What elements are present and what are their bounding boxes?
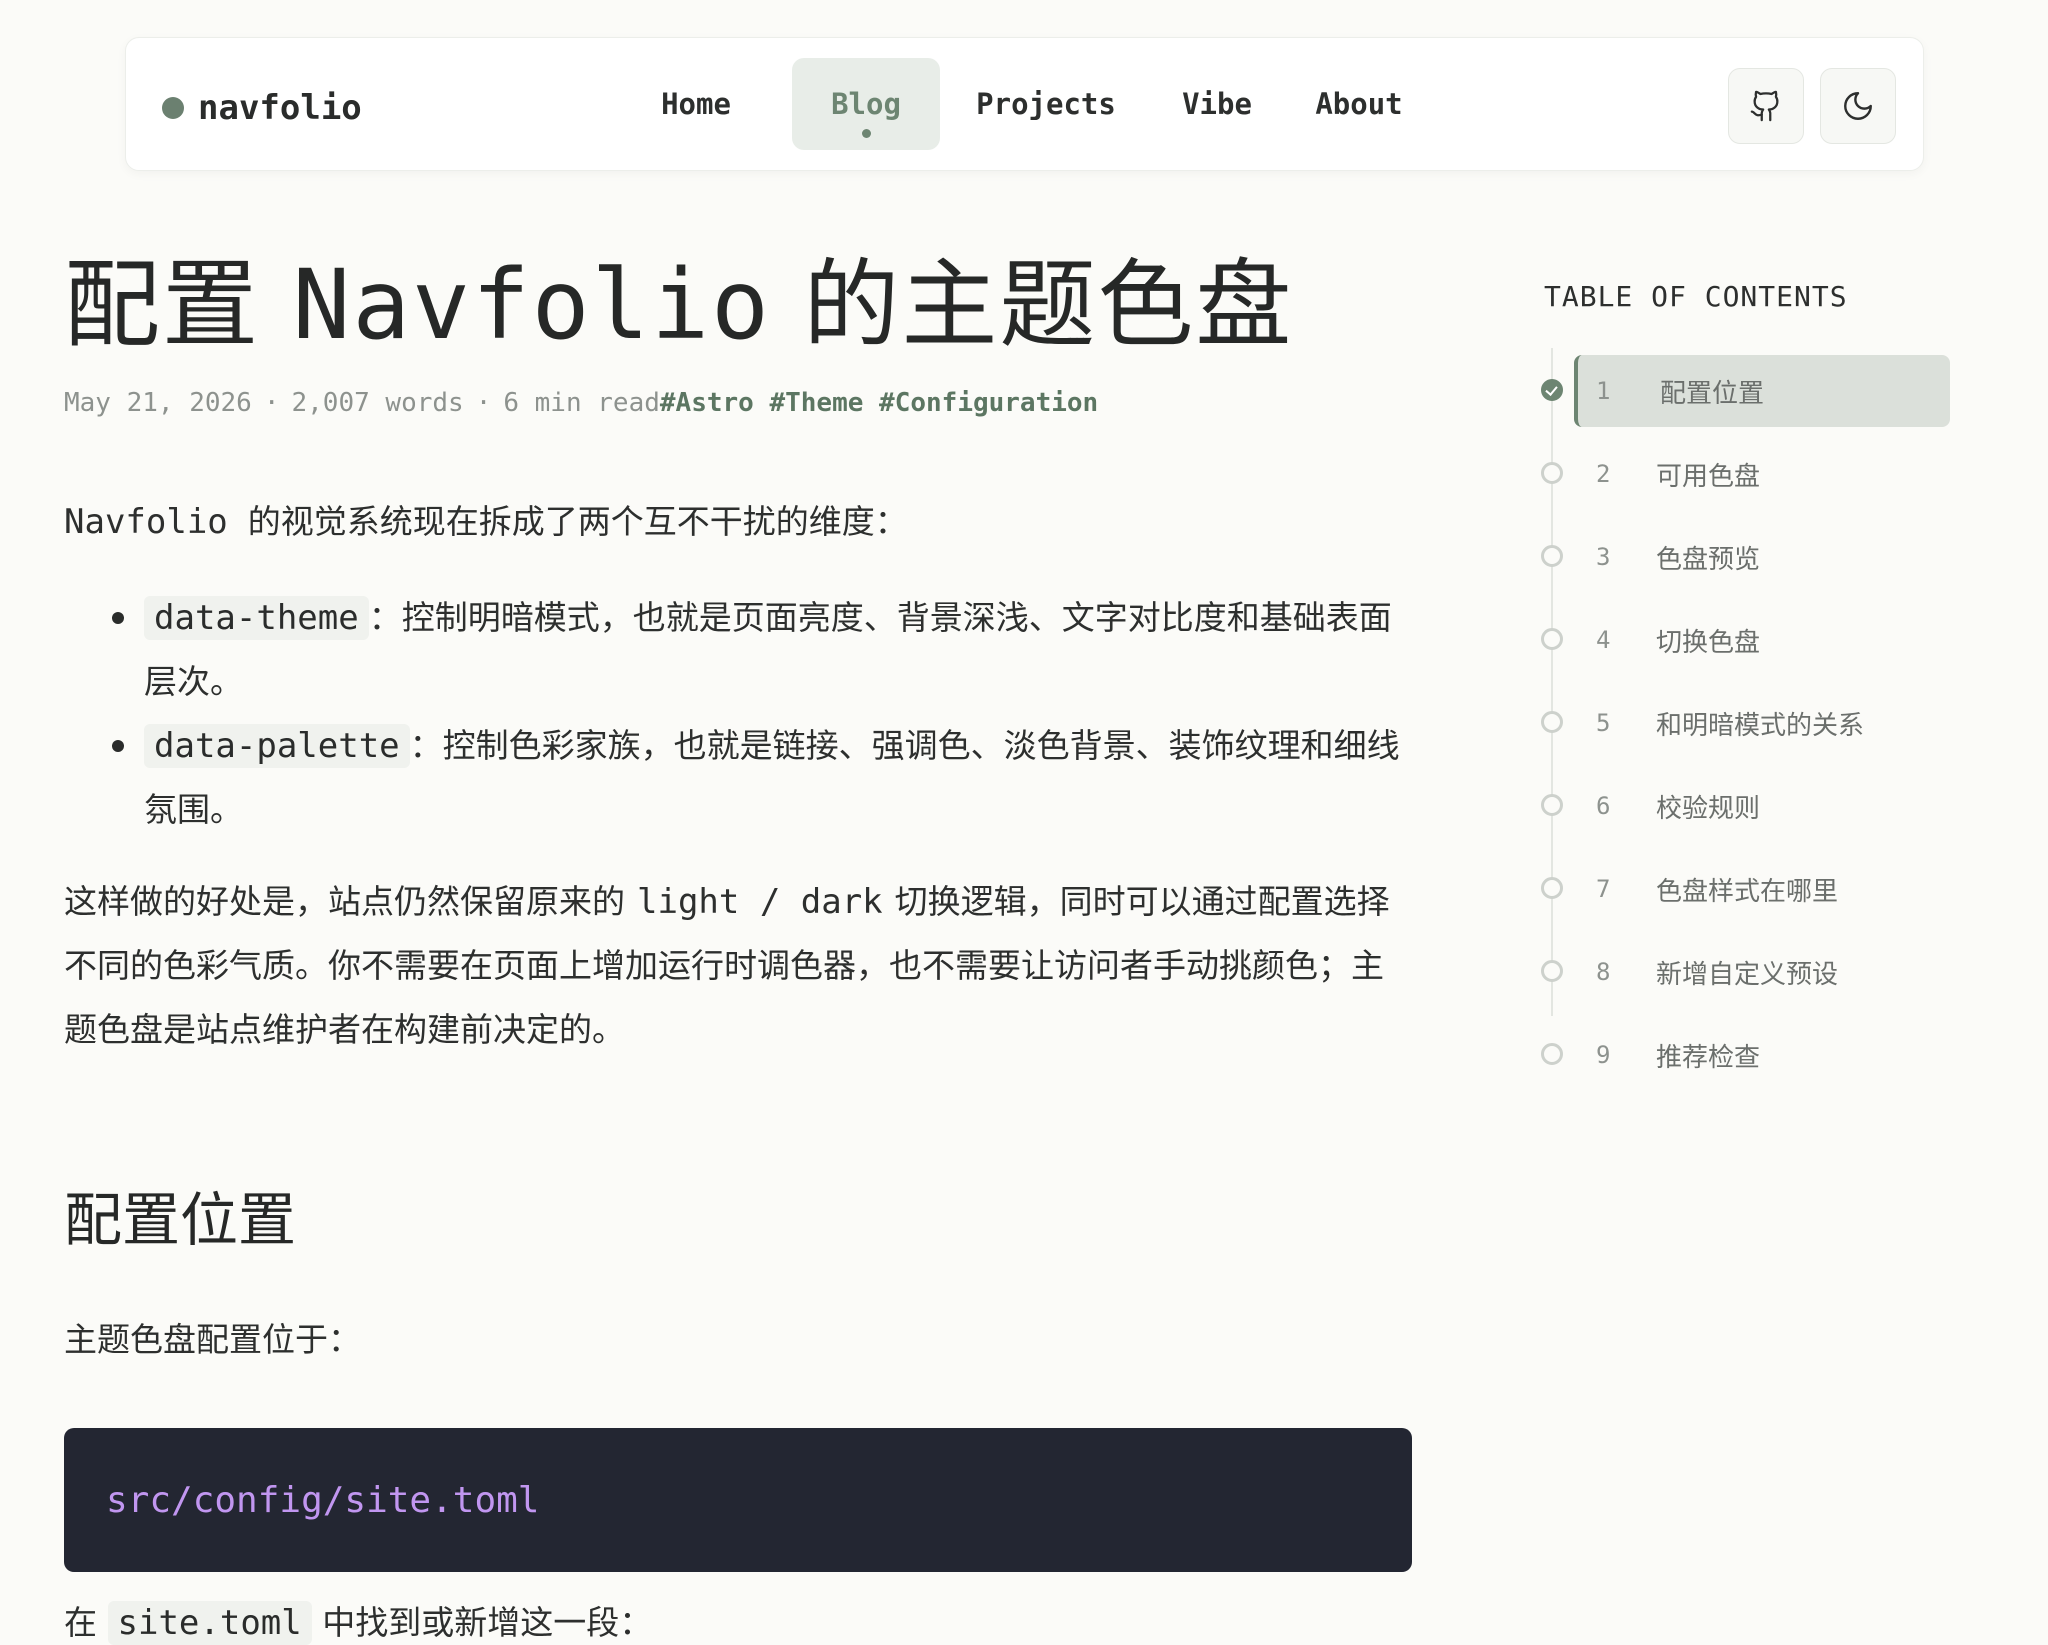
main-nav: Home Blog Projects Vibe About [126, 38, 1923, 170]
para-text: 在 [64, 1603, 97, 1642]
post-date: May 21, 2026 [64, 388, 252, 418]
code-block-text: src/config/site.toml [106, 1479, 540, 1521]
toc-item-label: 配置位置 [1660, 378, 1765, 409]
toc-title: TABLE OF CONTENTS [1544, 280, 1848, 313]
toc-item-body: 1 配置位置 [1574, 355, 1950, 427]
toc-item-body: 9 推荐检查 [1574, 1019, 1950, 1091]
post-read-time: 6 min read [503, 388, 660, 418]
page-title: 配置 Navfolio 的主题色盘 [64, 240, 1414, 370]
toc-item[interactable]: 2 可用色盘 [1530, 432, 1950, 515]
toc-item-label: 推荐检查 [1656, 1042, 1761, 1073]
toc-list: 1 配置位置 2 可用色盘 3 色盘预览 4 切换色盘 5 和明暗模式的关系 6 校验规则 7 色盘样式在… [1530, 349, 1950, 1096]
nav-about[interactable]: About [1296, 58, 1422, 150]
intro-text: 的视觉系统现在拆成了两个互不干扰的维度： [247, 502, 908, 541]
toc-item-label: 色盘样式在哪里 [1656, 876, 1839, 907]
benefit-paragraph: 这样做的好处是，站点仍然保留原来的 light / dark 切换逻辑，同时可以通过… [64, 870, 1414, 1062]
toc-item-label: 和明暗模式的关系 [1656, 710, 1865, 741]
meta-separator: · [475, 388, 492, 418]
toc-item-number: 5 [1596, 709, 1611, 737]
toc-item-body: 5 和明暗模式的关系 [1574, 687, 1950, 759]
inline-code: data-palette [144, 724, 410, 768]
toc-item-number: 7 [1596, 875, 1611, 903]
config-location-paragraph: 主题色盘配置位于： [64, 1320, 361, 1359]
inline-code: data-theme [144, 596, 369, 640]
title-latin: Navfolio [292, 249, 771, 361]
toc-item-label: 色盘预览 [1656, 544, 1761, 575]
nav-blog-label: Blog [831, 87, 901, 121]
circle-icon [1541, 877, 1563, 899]
circle-icon [1541, 545, 1563, 567]
toc-item-number: 4 [1596, 626, 1611, 654]
cut-off-paragraph: 在 site.toml 中找到或新增这一段： [64, 1596, 653, 1645]
inline-latin: light / dark [637, 882, 883, 922]
tag-theme[interactable]: #Theme [769, 388, 863, 418]
circle-icon [1541, 711, 1563, 733]
meta-separator: · [263, 388, 280, 418]
para-text: 这样做的好处是，站点仍然保留原来的 [64, 882, 625, 921]
circle-icon [1541, 1043, 1563, 1065]
toc-item-body: 2 可用色盘 [1574, 438, 1950, 510]
toc-item-number: 3 [1596, 543, 1611, 571]
toc-item-number: 8 [1596, 958, 1611, 986]
toc-item-number: 1 [1596, 377, 1611, 405]
circle-icon [1541, 462, 1563, 484]
section-heading: 配置位置 [64, 1186, 297, 1254]
nav-home[interactable]: Home [642, 58, 750, 150]
toc-item[interactable]: 8 新增自定义预设 [1530, 930, 1950, 1013]
toc-item-label: 新增自定义预设 [1656, 959, 1839, 990]
circle-icon [1541, 960, 1563, 982]
toc-item[interactable]: 1 配置位置 [1530, 349, 1950, 432]
toc-item-body: 6 校验规则 [1574, 770, 1950, 842]
intro-latin: Navfolio [64, 502, 228, 542]
toc-item[interactable]: 5 和明暗模式的关系 [1530, 681, 1950, 764]
para-text: 中找到或新增这一段： [322, 1603, 653, 1642]
toc-item-label: 切换色盘 [1656, 627, 1761, 658]
github-button[interactable] [1728, 68, 1804, 144]
tag-configuration[interactable]: #Configuration [879, 388, 1098, 418]
toc-item-body: 4 切换色盘 [1574, 604, 1950, 676]
toc-item-number: 6 [1596, 792, 1611, 820]
github-icon [1750, 90, 1779, 122]
toc-item[interactable]: 9 推荐检查 [1530, 1013, 1950, 1096]
toc-item-label: 校验规则 [1656, 793, 1761, 824]
toc-item-body: 3 色盘预览 [1574, 521, 1950, 593]
inline-code: site.toml [107, 1601, 312, 1645]
nav-vibe[interactable]: Vibe [1170, 58, 1264, 150]
code-block: src/config/site.toml [64, 1428, 1412, 1572]
check-circle-icon [1541, 379, 1563, 401]
moon-icon [1844, 92, 1872, 120]
toc-item-number: 9 [1596, 1041, 1611, 1069]
toc-item[interactable]: 4 切换色盘 [1530, 598, 1950, 681]
post-word-count: 2,007 words [291, 388, 464, 418]
title-pre: 配置 [64, 249, 260, 361]
post-meta: May 21, 2026 · 2,007 words · 6 min read#Astr… [64, 388, 1414, 418]
toc-item-body: 8 新增自定义预设 [1574, 936, 1950, 1008]
toc-item-number: 2 [1596, 460, 1611, 488]
circle-icon [1541, 628, 1563, 650]
circle-icon [1541, 794, 1563, 816]
tag-astro[interactable]: #Astro [660, 388, 754, 418]
dimension-list: data-theme ：控制明暗模式，也就是页面亮度、背景深浅、文字对比度和基础表… [64, 586, 1414, 842]
article: 配置 Navfolio 的主题色盘 May 21, 2026 · 2,007 wor… [64, 240, 1414, 1572]
toc-item-label: 可用色盘 [1656, 461, 1761, 492]
toc-item-body: 7 色盘样式在哪里 [1574, 853, 1950, 925]
table-of-contents: TABLE OF CONTENTS 1 配置位置 2 可用色盘 3 色盘预览 4 切换色盘 5 和… [1530, 280, 1950, 1096]
intro-paragraph: Navfolio 的视觉系统现在拆成了两个互不干扰的维度： [64, 490, 1414, 554]
nav-projects[interactable]: Projects [964, 58, 1128, 150]
theme-toggle-button[interactable] [1820, 68, 1896, 144]
list-item: data-theme ：控制明暗模式，也就是页面亮度、背景深浅、文字对比度和基础表… [112, 586, 1414, 714]
list-item: data-palette ：控制色彩家族，也就是链接、强调色、淡色背景、装饰纹理和… [112, 714, 1414, 842]
top-navbar: navfolio Home Blog Projects Vibe About [125, 37, 1924, 171]
nav-blog[interactable]: Blog [792, 58, 940, 150]
toc-item[interactable]: 3 色盘预览 [1530, 515, 1950, 598]
active-indicator-dot [862, 129, 871, 138]
title-post: 的主题色盘 [803, 249, 1294, 361]
toc-item[interactable]: 7 色盘样式在哪里 [1530, 847, 1950, 930]
toc-item[interactable]: 6 校验规则 [1530, 764, 1950, 847]
